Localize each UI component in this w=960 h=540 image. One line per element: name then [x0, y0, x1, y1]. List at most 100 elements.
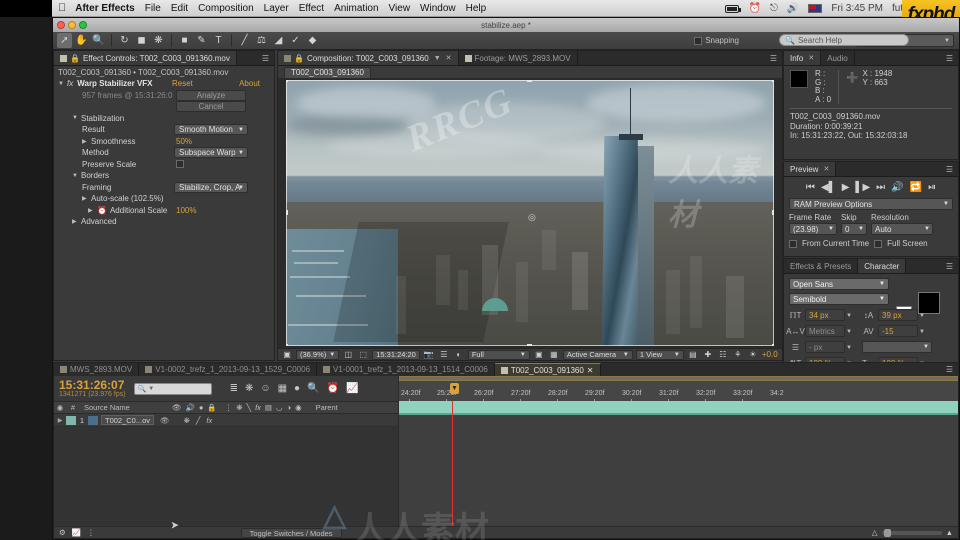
tab-effects-presets[interactable]: Effects & Presets — [784, 259, 859, 273]
preserve-scale-checkbox[interactable] — [176, 160, 184, 169]
property-method[interactable]: Method Subspace Warp ▼ — [54, 147, 274, 159]
resize-handle-br[interactable] — [772, 344, 774, 346]
layer-fx-icon[interactable]: fx — [206, 416, 212, 425]
disclosure-triangle-icon-auto-scale[interactable]: ▶ — [82, 195, 88, 202]
layer-duration-bar[interactable] — [399, 401, 958, 413]
zoom-slider-thumb[interactable] — [883, 528, 891, 537]
pixel-aspect-icon[interactable]: ▤ — [687, 350, 699, 360]
clone-stamp-tool-icon[interactable]: ⚖ — [254, 33, 269, 48]
menu-layer[interactable]: Layer — [264, 3, 289, 14]
play-icon[interactable]: ▶ — [842, 182, 850, 193]
toggle-mask-icon[interactable]: ▣ — [533, 350, 545, 360]
hide-shy-layers-icon[interactable]: ☺ — [260, 383, 270, 394]
timeline-tab-v1-0001[interactable]: V1-0001_trefz_1_2013-09-13_1514_C0006 — [317, 363, 495, 376]
layer-video-eye-icon[interactable]: 👁 — [160, 416, 170, 425]
menu-help[interactable]: Help — [466, 3, 487, 14]
pen-tool-icon[interactable]: ✎ — [194, 33, 209, 48]
roto-brush-tool-icon[interactable]: ✓ — [288, 33, 303, 48]
effect-controls-panel-menu-icon[interactable]: ☰ — [257, 51, 274, 65]
next-frame-icon[interactable]: ▌▶ — [855, 182, 870, 193]
timeline-tab-mws[interactable]: MWS_2893.MOV — [54, 363, 140, 376]
cancel-button[interactable]: Cancel — [176, 101, 246, 113]
tab-info[interactable]: Info ✕ — [784, 51, 822, 65]
selection-tool-icon[interactable]: ➚ — [57, 33, 72, 48]
camera-view-dropdown[interactable]: Active Camera ▼ — [562, 349, 633, 360]
resize-handle-bl[interactable] — [286, 344, 288, 346]
property-preserve-scale[interactable]: Preserve Scale — [54, 159, 274, 171]
graph-editor-icon[interactable]: 📈 — [346, 383, 358, 394]
brush-tool-icon[interactable]: ╱ — [237, 33, 252, 48]
resize-handle-mr[interactable] — [772, 210, 774, 215]
timeline-tab-t002-active[interactable]: T002_C003_091360 ✕ — [494, 363, 601, 376]
menubar-clock[interactable]: Fri 3:45 PM — [831, 3, 883, 14]
preview-panel-menu-icon[interactable]: ☰ — [941, 162, 958, 176]
zoom-out-icon[interactable]: △ — [872, 528, 878, 537]
composition-panel-menu-icon[interactable]: ☰ — [765, 51, 782, 65]
close-icon[interactable]: ✕ — [823, 165, 829, 173]
timeline-ruler[interactable]: 24:20f 25:20f 26:20f 27:20f 28:20f 29:20… — [398, 376, 958, 402]
choose-grid-icon[interactable]: ◫ — [342, 350, 354, 360]
motion-paths-icon[interactable]: ⋮ — [87, 528, 95, 537]
font-style-dropdown[interactable]: Semibold ▼ — [789, 293, 889, 305]
loop-icon[interactable]: 🔁 — [910, 182, 922, 193]
tab-footage[interactable]: Footage: MWS_2893.MOV — [458, 51, 578, 65]
shape-tool-icon[interactable]: ■ — [177, 33, 192, 48]
zoom-slider-track[interactable] — [881, 528, 942, 537]
property-smoothness[interactable]: ▶ Smoothness 50% — [54, 136, 274, 148]
motion-blur-icon[interactable]: ● — [294, 383, 300, 394]
disclosure-triangle-icon-borders[interactable]: ▼ — [72, 173, 78, 179]
time-machine-icon[interactable]: ⏰ — [748, 3, 760, 14]
current-time-display[interactable]: 15:31:24:20 — [372, 349, 420, 360]
apple-logo-icon[interactable]:  — [58, 2, 66, 14]
draft-3d-icon[interactable]: ❋ — [245, 383, 253, 394]
composition-viewport[interactable]: RRCG 人人素材 ◎ — [278, 78, 782, 348]
pan-behind-tool-icon[interactable]: ❋ — [151, 33, 166, 48]
timeline-current-timecode[interactable]: 15:31:26:07 — [59, 379, 126, 391]
audio-icon[interactable]: 🔊 — [891, 182, 903, 193]
hand-tool-icon[interactable]: ✋ — [74, 33, 89, 48]
view-layout-dropdown[interactable]: 1 View ▼ — [635, 349, 684, 360]
show-snapshot-icon[interactable]: ☰ — [438, 350, 450, 360]
transparency-grid-icon[interactable]: ▦ — [548, 350, 560, 360]
magnification-dropdown[interactable]: (36.9%) ▼ — [296, 349, 340, 360]
rotation-tool-icon[interactable]: ↻ — [117, 33, 132, 48]
resize-handle-tl[interactable] — [286, 80, 288, 82]
timeline-tab-v1-0002[interactable]: V1-0002_trefz_1_2013-09-13_1529_C0006 — [139, 363, 318, 376]
framing-dropdown[interactable]: Stabilize, Crop, A ▼ — [174, 181, 248, 193]
menubar-app-name[interactable]: After Effects — [75, 3, 134, 14]
skip-field[interactable]: 0 ▼ — [841, 223, 867, 235]
stroke-style-dropdown[interactable]: ▼ — [862, 341, 932, 353]
stopwatch-icon[interactable]: ⏰ — [97, 206, 107, 215]
tab-audio[interactable]: Audio — [821, 51, 855, 65]
stroke-width-field[interactable]: - px ▼ — [805, 341, 852, 353]
flag-au-icon[interactable] — [808, 4, 823, 13]
current-time-indicator-head[interactable]: ▼ — [450, 383, 459, 394]
reset-effect-button[interactable]: Reset — [172, 79, 193, 88]
current-time-indicator[interactable] — [452, 401, 453, 526]
channel-rgb-icon[interactable]: ◐ — [453, 350, 465, 360]
tab-composition[interactable]: 🔒 Composition: T002_C003_091360 ▼ ✕ — [278, 51, 459, 65]
analyze-button[interactable]: Analyze — [176, 89, 246, 101]
menu-composition[interactable]: Composition — [198, 3, 254, 14]
full-screen-checkbox[interactable] — [874, 239, 883, 248]
composition-nav-tab[interactable]: T002_C003_091360 — [284, 66, 371, 78]
last-frame-icon[interactable]: ⏭ — [876, 182, 885, 193]
camera-tool-icon[interactable]: ◼ — [134, 33, 149, 48]
close-icon[interactable]: ✕ — [587, 366, 594, 375]
comp-flowchart-icon[interactable]: ⚘ — [732, 350, 744, 360]
timeline-search-field[interactable]: 🔍 ▼ — [133, 382, 212, 395]
ram-preview-options-dropdown[interactable]: RAM Preview Options ▼ — [789, 198, 953, 210]
disclosure-triangle-icon-advanced[interactable]: ▶ — [72, 218, 78, 225]
menu-animation[interactable]: Animation — [334, 3, 378, 14]
leading-field[interactable]: 39 px ▼ — [878, 309, 925, 321]
region-of-interest-icon[interactable]: ⬚ — [357, 350, 369, 360]
tab-effect-controls[interactable]: 🔒 Effect Controls: T002_C003_091360.mov — [54, 51, 237, 65]
resolution-dropdown[interactable]: Full ▼ — [467, 349, 530, 360]
disclosure-triangle-icon-stabilization[interactable]: ▼ — [72, 115, 78, 121]
frame-rate-field[interactable]: (23.98) ▼ — [789, 223, 837, 235]
snapping-checkbox[interactable] — [694, 36, 703, 45]
frame-blending-icon[interactable]: ▦ — [278, 383, 287, 394]
timeline-link-icon[interactable]: ☷ — [717, 350, 729, 360]
close-icon[interactable]: ✕ — [446, 54, 452, 62]
kerning-field[interactable]: Metrics ▼ — [805, 325, 852, 337]
